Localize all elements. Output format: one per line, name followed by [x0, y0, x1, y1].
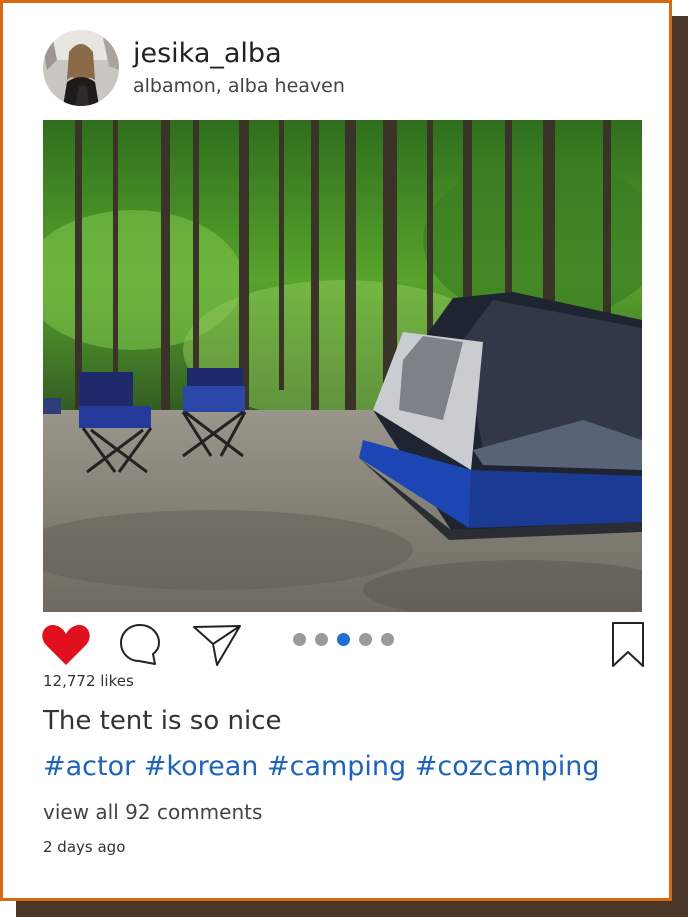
carousel-dot[interactable] [381, 633, 394, 646]
like-count[interactable]: 12,772 likes [43, 671, 134, 691]
post-caption: The tent is so nice [43, 706, 282, 736]
avatar-image [43, 30, 119, 106]
post-card: jesika_alba albamon, alba heaven 12,772 … [0, 0, 672, 901]
speech-bubble-icon[interactable] [117, 622, 163, 668]
view-comments-link[interactable]: view all 92 comments [43, 799, 262, 825]
bookmark-icon[interactable] [609, 620, 647, 670]
avatar[interactable] [43, 30, 119, 106]
carousel-dot-active[interactable] [337, 633, 350, 646]
location[interactable]: albamon, alba heaven [133, 73, 345, 99]
carousel-indicator [293, 633, 394, 647]
hashtags[interactable]: #actor #korean #camping #cozcamping [43, 749, 600, 785]
carousel-dot[interactable] [359, 633, 372, 646]
heart-icon[interactable] [41, 623, 91, 667]
paper-plane-icon[interactable] [191, 622, 243, 668]
carousel-dot[interactable] [315, 633, 328, 646]
post-image [43, 120, 642, 612]
username[interactable]: jesika_alba [133, 36, 282, 72]
camping-photo [43, 120, 642, 612]
post-timestamp: 2 days ago [43, 838, 126, 856]
carousel-dot[interactable] [293, 633, 306, 646]
